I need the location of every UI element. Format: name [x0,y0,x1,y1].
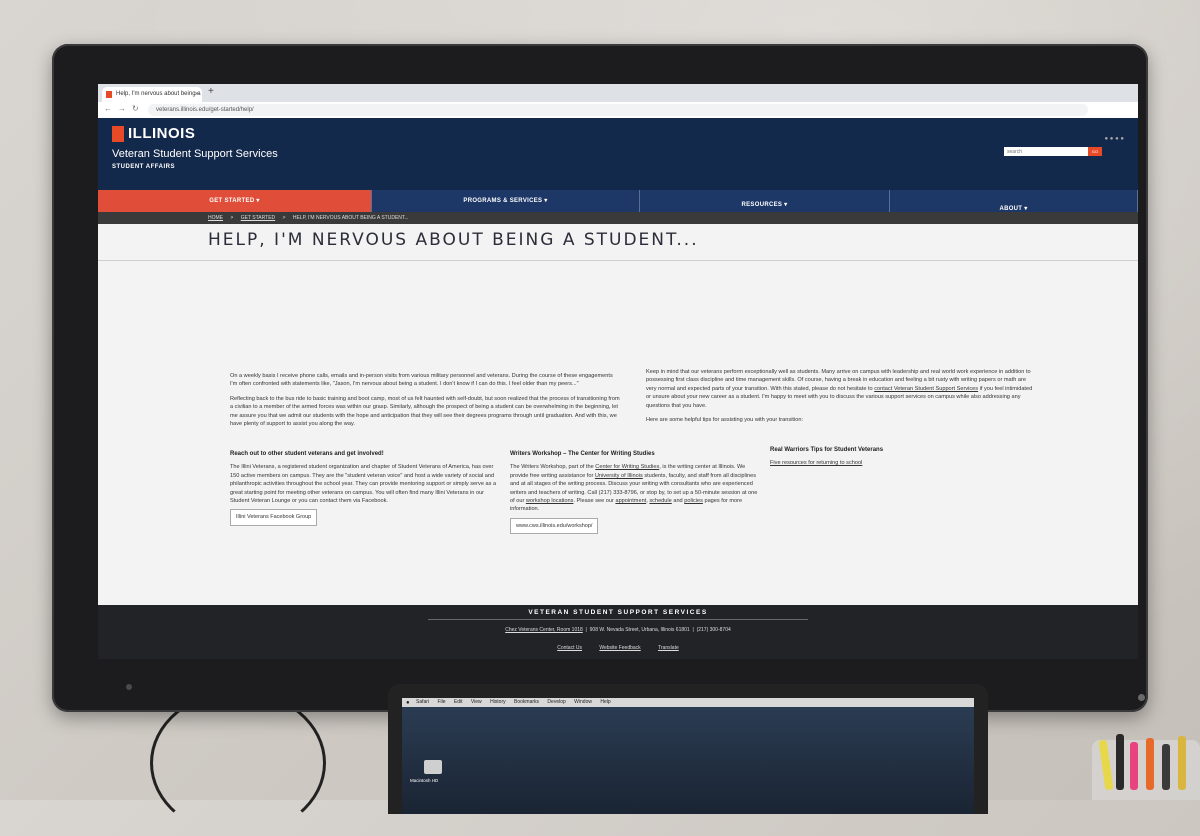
url-field[interactable]: veterans.illinois.edu/get-started/help/ [148,104,1088,116]
appointment-link[interactable]: appointment [615,498,646,504]
intro-paragraph-1: On a weekly basis I receive phone calls,… [230,373,613,388]
workshop-locations-link[interactable]: workshop locations [526,498,574,504]
section-body: The Writers Workshop, part of the Center… [510,464,758,513]
tab-bar: Help, I'm nervous about being a × + [98,84,1138,102]
section-heading: Real Warriors Tips for Student Veterans [770,447,884,453]
divider [428,619,808,620]
reload-icon[interactable]: ↻ [132,104,139,113]
main-nav: GET STARTED ▾ PROGRAMS & SERVICES ▾ RESO… [98,190,1138,212]
center-link[interactable]: Chez Veterans Center, Room 1018 [505,627,583,633]
nav-resources[interactable]: RESOURCES ▾ [640,190,890,212]
forward-arrow-icon[interactable]: → [118,104,126,113]
intro-right-column: Keep in mind that our veterans perform e… [646,368,1036,430]
site-header: ILLINOIS Veteran Student Support Service… [98,118,1138,190]
pen [1130,742,1138,790]
intro-paragraph-4: Here are some helpful tips for assisting… [646,417,804,424]
close-icon[interactable]: × [195,87,199,102]
section-heading: Reach out to other student veterans and … [230,451,384,457]
policies-link[interactable]: policies [684,498,703,504]
browser-tab[interactable]: Help, I'm nervous about being a × [102,87,202,102]
site-footer: VETERAN STUDENT SUPPORT SERVICES Chez Ve… [98,605,1138,659]
nav-about[interactable]: ABOUT ▾ [890,190,1138,212]
monitor: Help, I'm nervous about being a × + ← → … [52,44,1148,722]
nav-programs-services[interactable]: PROGRAMS & SERVICES ▾ [372,190,640,212]
laptop-screen: ● Safari File Edit View History Bookmark… [402,698,974,814]
menu-file[interactable]: File [437,699,445,705]
breadcrumb-separator: > [230,215,234,221]
pen [1178,736,1186,790]
section-heading: Writers Workshop – The Center for Writin… [510,451,655,457]
back-arrow-icon[interactable]: ← [104,104,112,113]
phone-number: (217) 300-8704 [696,627,731,633]
pen [1098,739,1114,791]
brand-wordmark[interactable]: ILLINOIS [128,125,195,142]
monitor-sensor [126,684,132,690]
new-tab-icon[interactable]: + [208,86,214,97]
subunit-name[interactable]: STUDENT AFFAIRS [112,164,175,170]
breadcrumb: HOME > GET STARTED > HELP, I'M NERVOUS A… [98,212,1138,224]
workshop-url-button[interactable]: www.cws.illinois.edu/workshop/ [510,517,599,535]
breadcrumb-get-started[interactable]: GET STARTED [241,215,275,221]
contact-vsss-link[interactable]: contact Veteran Student Support Services [874,386,978,392]
uiuc-link[interactable]: University of Illinois [595,473,643,479]
footer-links: Contact Us Website Feedback Translate [98,645,1138,651]
mac-menu-bar: ● Safari File Edit View History Bookmark… [402,698,974,707]
browser-extension-icons[interactable]: ● ● ● ● [1105,136,1125,142]
section-body: The Illini Veterans, a registered studen… [230,464,497,505]
translate-link[interactable]: Translate [658,645,679,651]
illinois-favicon-icon [106,91,112,98]
menu-history[interactable]: History [490,699,506,705]
intro-left-column: On a weekly basis I receive phone calls,… [230,372,620,434]
page-title: HELP, I'M NERVOUS ABOUT BEING A STUDENT.… [208,230,699,250]
contact-us-link[interactable]: Contact Us [557,645,582,651]
menu-help[interactable]: Help [600,699,610,705]
website-feedback-link[interactable]: Website Feedback [599,645,640,651]
pen-cup [1092,734,1200,800]
menu-edit[interactable]: Edit [454,699,463,705]
tab-title: Help, I'm nervous about being a [116,91,201,97]
search-input[interactable] [1004,147,1094,156]
body-text: The Writers Workshop, part of the [510,464,594,471]
footer-address: Chez Veterans Center, Room 1018 | 908 W.… [505,627,731,633]
street-address: 908 W. Nevada Street, Urbana, Illinois 6… [589,627,690,633]
power-button[interactable] [1138,694,1145,701]
laptop: ● Safari File Edit View History Bookmark… [388,684,988,814]
menu-window[interactable]: Window [574,699,592,705]
divider [98,260,1138,261]
block-i-logo-icon[interactable] [112,126,124,142]
unit-name[interactable]: Veteran Student Support Services [112,148,278,160]
menu-develop[interactable]: Develop [547,699,565,705]
hard-drive-label: Macintosh HD [410,778,439,783]
breadcrumb-current: HELP, I'M NERVOUS ABOUT BEING A STUDENT.… [292,215,409,221]
search-button[interactable]: GO [1088,147,1102,156]
pen [1146,738,1154,790]
cws-link[interactable]: Center for Writing Studies [595,464,659,470]
browser-window: Help, I'm nervous about being a × + ← → … [98,84,1138,659]
hard-drive-icon[interactable] [424,760,442,774]
breadcrumb-separator: > [282,215,286,221]
nav-get-started[interactable]: GET STARTED ▾ [98,190,372,212]
intro-paragraph-3: Keep in mind that our veterans perform e… [646,368,1036,410]
schedule-link[interactable]: schedule [649,498,671,504]
pen [1116,734,1124,790]
facebook-group-button[interactable]: Illini Veterans Facebook Group [230,509,318,526]
writers-workshop-section: Writers Workshop – The Center for Writin… [510,450,760,535]
menu-view[interactable]: View [471,699,482,705]
real-warriors-section: Real Warriors Tips for Student Veterans … [770,446,970,468]
address-bar: ← → ↻ veterans.illinois.edu/get-started/… [98,102,1138,119]
intro-paragraph-2: Reflecting back to the bus ride to basic… [230,395,620,428]
illini-veterans-section: Reach out to other student veterans and … [230,450,500,526]
menu-bookmarks[interactable]: Bookmarks [514,699,539,705]
apple-icon[interactable]: ● [406,699,410,708]
body-text: and [673,498,683,505]
five-resources-link[interactable]: Five resources for returning to school [770,459,970,467]
pen [1162,744,1170,790]
footer-title: VETERAN STUDENT SUPPORT SERVICES [528,609,708,616]
breadcrumb-home[interactable]: HOME [208,215,223,221]
menu-safari[interactable]: Safari [416,699,429,705]
body-text: . Please see our [573,498,614,505]
